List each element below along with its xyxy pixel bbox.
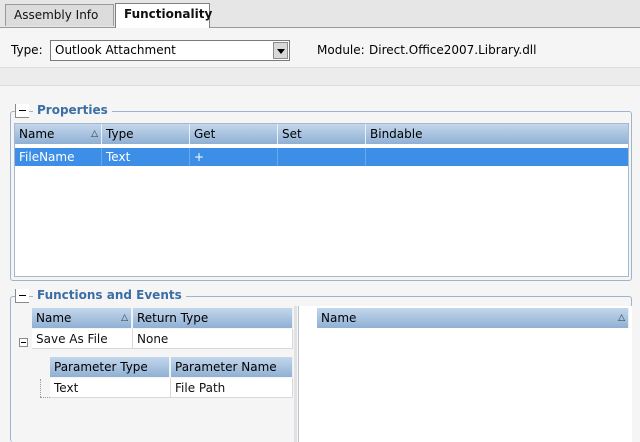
module-label: Module: [317,43,365,57]
tree-connector [40,379,42,397]
column-header-type[interactable]: Type [102,124,190,144]
collapse-properties-icon[interactable] [15,104,29,118]
collapse-functions-icon[interactable] [15,289,29,303]
tab-functionality[interactable]: Functionality [115,3,212,28]
module-value: Direct.Office2007.Library.dll [369,43,537,57]
events-pane: Name △ [298,306,632,442]
chevron-down-icon[interactable] [273,42,288,59]
column-header-set[interactable]: Set [278,124,366,144]
cell-bindable[interactable] [366,148,628,166]
column-header-label: Name [36,311,72,325]
tree-connector [40,397,50,399]
properties-group: Properties Name △ Type Get Set Bindable … [10,103,632,281]
functions-title: Functions and Events [33,288,186,302]
type-dropdown[interactable]: Outlook Attachment [50,40,290,61]
sort-ascending-icon: △ [91,129,98,139]
cell-name[interactable]: FileName [15,148,102,166]
column-header-label: Name [19,127,55,141]
column-header-name[interactable]: Name △ [15,124,102,144]
column-header-return-type[interactable]: Return Type [133,308,293,328]
column-header-event-name[interactable]: Name △ [317,308,629,328]
sort-ascending-icon: △ [121,313,128,323]
properties-title: Properties [33,103,112,117]
sort-ascending-icon: △ [618,313,625,323]
cell-type[interactable]: Text [102,148,190,166]
cell-set[interactable] [278,148,366,166]
column-header-parameter-name[interactable]: Parameter Name [171,357,293,377]
column-header-bindable[interactable]: Bindable [366,124,628,144]
cell-parameter-type[interactable]: Text [50,378,171,398]
column-header-function-name[interactable]: Name △ [32,308,132,328]
collapse-row-icon[interactable] [19,338,28,347]
cell-return-type[interactable]: None [133,329,293,349]
properties-grid: Name △ Type Get Set Bindable FileName Te… [14,123,629,277]
cell-get[interactable]: + [190,148,278,166]
toolbar-separator [0,67,640,86]
type-label: Type: [11,43,43,57]
tab-assembly-info[interactable]: Assembly Info [5,4,114,26]
pane-splitter[interactable] [294,306,297,442]
cell-function-name[interactable]: Save As File [32,329,133,349]
tab-bar: Assembly Info Functionality [0,0,640,28]
column-header-get[interactable]: Get [190,124,278,144]
column-header-parameter-type[interactable]: Parameter Type [50,357,170,377]
column-header-label: Name [321,311,357,325]
type-dropdown-value: Outlook Attachment [55,43,176,57]
table-row[interactable]: FileName Text + [15,148,628,166]
cell-parameter-name[interactable]: File Path [171,378,293,398]
